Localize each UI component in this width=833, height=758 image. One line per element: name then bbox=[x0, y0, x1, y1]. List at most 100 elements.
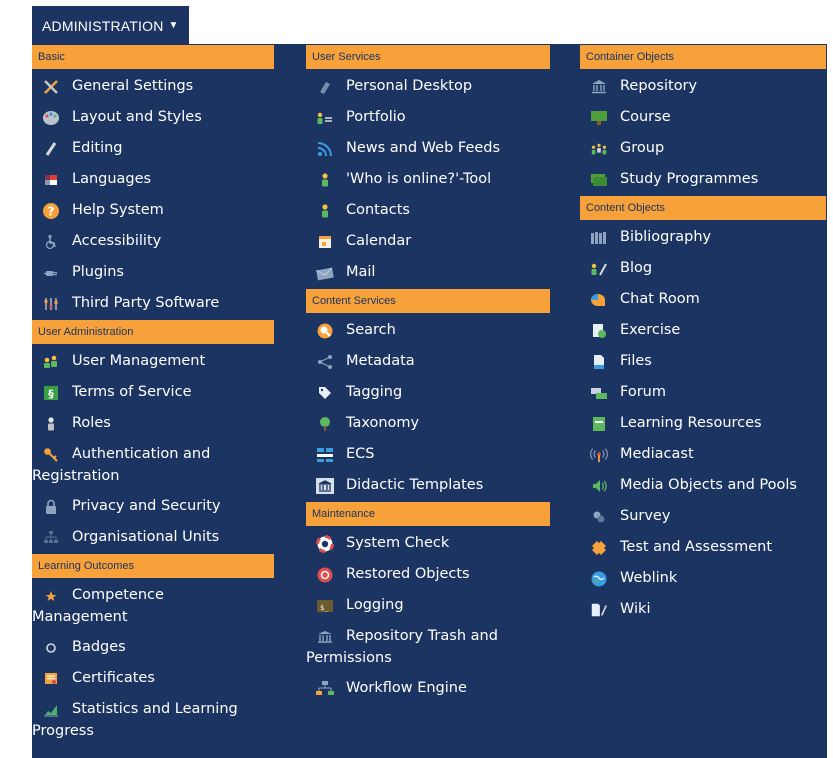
menu-item-wiki[interactable]: Wiki bbox=[580, 595, 826, 626]
menu-item-course[interactable]: Course bbox=[580, 103, 826, 134]
section-header-maintenance: Maintenance bbox=[306, 502, 550, 526]
menu-item-didactic-templates[interactable]: Didactic Templates bbox=[306, 471, 550, 502]
menu-item-label: Test and Assessment bbox=[620, 539, 773, 555]
menu-item-certificates[interactable]: Certificates bbox=[32, 664, 274, 695]
trash-icon bbox=[316, 628, 334, 646]
menu-item-logging[interactable]: $_ Logging bbox=[306, 591, 550, 622]
mail-icon bbox=[316, 264, 334, 282]
administration-label: ADMINISTRATION bbox=[42, 17, 164, 34]
desktop-icon bbox=[316, 78, 334, 96]
rss-icon bbox=[316, 140, 334, 158]
menu-item-third-party-software[interactable]: Third Party Software bbox=[32, 289, 274, 320]
administration-dropdown[interactable]: ADMINISTRATION ▼ bbox=[32, 6, 189, 45]
menu-item-editing[interactable]: Editing bbox=[32, 134, 274, 165]
menu-item-news-and-web-feeds[interactable]: News and Web Feeds bbox=[306, 134, 550, 165]
menu-item-label: Editing bbox=[72, 140, 123, 156]
menu-item-weblink[interactable]: Weblink bbox=[580, 564, 826, 595]
menu-item-mediacast[interactable]: Mediacast bbox=[580, 440, 826, 471]
menu-item-calendar[interactable]: Calendar bbox=[306, 227, 550, 258]
menu-item-label: Learning Resources bbox=[620, 415, 762, 431]
menu-item-bibliography[interactable]: Bibliography bbox=[580, 223, 826, 254]
menu-item-files[interactable]: Files bbox=[580, 347, 826, 378]
menu-item-label: Privacy and Security bbox=[72, 498, 221, 514]
menu-item-ecs[interactable]: ECS bbox=[306, 440, 550, 471]
menu-item-label: Search bbox=[346, 322, 396, 338]
puzzle-icon bbox=[590, 539, 608, 557]
menu-item-test-and-assessment[interactable]: Test and Assessment bbox=[580, 533, 826, 564]
menu-item-portfolio[interactable]: Portfolio bbox=[306, 103, 550, 134]
forum-icon bbox=[590, 384, 608, 402]
exercise-icon bbox=[590, 322, 608, 340]
media-icon bbox=[590, 477, 608, 495]
menu-item-label: Study Programmes bbox=[620, 171, 759, 187]
calendar-icon bbox=[316, 233, 334, 251]
menu-item-group[interactable]: Group bbox=[580, 134, 826, 165]
caret-down-icon: ▼ bbox=[168, 20, 179, 31]
menu-item-exercise[interactable]: Exercise bbox=[580, 316, 826, 347]
menu-item-label: Course bbox=[620, 109, 671, 125]
books-icon bbox=[590, 229, 608, 247]
menu-item-survey[interactable]: Survey bbox=[580, 502, 826, 533]
menu-item-label: Roles bbox=[72, 415, 111, 431]
menu-item-languages[interactable]: Languages bbox=[32, 165, 274, 196]
programme-icon bbox=[590, 171, 608, 189]
menu-item-label: Personal Desktop bbox=[346, 78, 473, 94]
book-icon bbox=[590, 415, 608, 433]
menu-item-contacts[interactable]: Contacts bbox=[306, 196, 550, 227]
menu-item-user-management[interactable]: User Management bbox=[32, 347, 274, 378]
menu-item-metadata[interactable]: Metadata bbox=[306, 347, 550, 378]
menu-item-forum[interactable]: Forum bbox=[580, 378, 826, 409]
menu-item-label: User Management bbox=[72, 353, 206, 369]
menu-item-label: Badges bbox=[72, 639, 126, 655]
menu-item-search[interactable]: Search bbox=[306, 316, 550, 347]
wiki-icon bbox=[590, 601, 608, 619]
survey-icon bbox=[590, 508, 608, 526]
menu-item-label: Didactic Templates bbox=[346, 477, 484, 493]
menu-item-tagging[interactable]: Tagging bbox=[306, 378, 550, 409]
search-icon bbox=[316, 322, 334, 340]
lifebuoy-icon bbox=[316, 535, 334, 553]
tag-icon bbox=[316, 384, 334, 402]
menu-item-organisational-units[interactable]: Organisational Units bbox=[32, 523, 274, 554]
menu-item-general-settings[interactable]: General Settings bbox=[32, 72, 274, 103]
menu-item-label-continued: Registration bbox=[32, 468, 120, 484]
menu-item-accessibility[interactable]: Accessibility bbox=[32, 227, 274, 258]
menu-item-label: Repository bbox=[620, 78, 698, 94]
menu-item-statistics-and-learning-progress[interactable]: Statistics and Learning Progress bbox=[32, 695, 274, 747]
menu-item-label: General Settings bbox=[72, 78, 194, 94]
menu-item-plugins[interactable]: Plugins bbox=[32, 258, 274, 289]
menu-item-label: Forum bbox=[620, 384, 666, 400]
menu-item-terms-of-service[interactable]: § Terms of Service bbox=[32, 378, 274, 409]
menu-item-authentication-and-registration[interactable]: Authentication and Registration bbox=[32, 440, 274, 492]
menu-item-media-objects-and-pools[interactable]: Media Objects and Pools bbox=[580, 471, 826, 502]
chat-icon bbox=[590, 291, 608, 309]
menu-item-workflow-engine[interactable]: Workflow Engine bbox=[306, 674, 550, 705]
menu-item-study-programmes[interactable]: Study Programmes bbox=[580, 165, 826, 196]
menu-item-blog[interactable]: Blog bbox=[580, 254, 826, 285]
menu-item-label: Organisational Units bbox=[72, 529, 220, 545]
menu-item-learning-resources[interactable]: Learning Resources bbox=[580, 409, 826, 440]
menu-item-label: Portfolio bbox=[346, 109, 406, 125]
menu-item-label: Terms of Service bbox=[72, 384, 192, 400]
menu-item-chat-room[interactable]: Chat Room bbox=[580, 285, 826, 316]
menu-item-privacy-and-security[interactable]: Privacy and Security bbox=[32, 492, 274, 523]
menu-item-system-check[interactable]: System Check bbox=[306, 529, 550, 560]
section-header-content-services: Content Services bbox=[306, 289, 550, 313]
menu-item-repository-trash-and-permissions[interactable]: Repository Trash and Permissions bbox=[306, 622, 550, 674]
menu-item-roles[interactable]: Roles bbox=[32, 409, 274, 440]
menu-item-who-is-online-tool[interactable]: 'Who is online?'-Tool bbox=[306, 165, 550, 196]
menu-item-mail[interactable]: Mail bbox=[306, 258, 550, 289]
section-header-basic: Basic bbox=[32, 45, 274, 69]
menu-item-restored-objects[interactable]: Restored Objects bbox=[306, 560, 550, 591]
tree-icon bbox=[316, 415, 334, 433]
menu-item-competence-management[interactable]: Competence Management bbox=[32, 581, 274, 633]
menu-item-personal-desktop[interactable]: Personal Desktop bbox=[306, 72, 550, 103]
menu-item-label: Languages bbox=[72, 171, 152, 187]
menu-item-taxonomy[interactable]: Taxonomy bbox=[306, 409, 550, 440]
menu-item-repository[interactable]: Repository bbox=[580, 72, 826, 103]
menu-item-label: Mediacast bbox=[620, 446, 694, 462]
menu-item-layout-and-styles[interactable]: Layout and Styles bbox=[32, 103, 274, 134]
menu-item-badges[interactable]: Badges bbox=[32, 633, 274, 664]
menu-item-label: Plugins bbox=[72, 264, 124, 280]
menu-item-help-system[interactable]: ? Help System bbox=[32, 196, 274, 227]
